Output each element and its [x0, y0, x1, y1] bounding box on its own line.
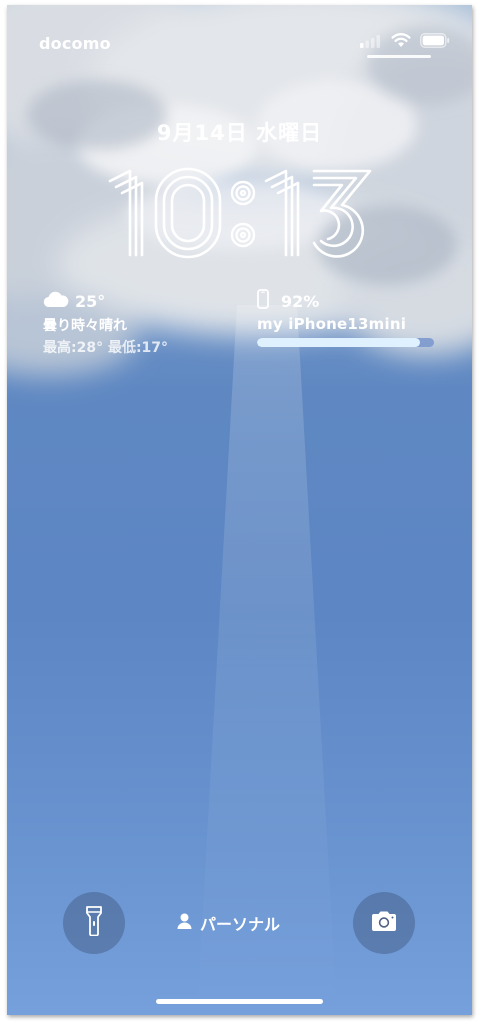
person-icon: [177, 913, 192, 933]
carrier-name: docomo: [39, 34, 111, 53]
weather-temperature: 25°: [75, 291, 106, 311]
battery-level-bar: [257, 338, 434, 347]
weather-condition: 曇り時々晴れ: [43, 318, 127, 334]
wifi-icon: [391, 33, 411, 52]
lock-screen: docomo 9月14日 水曜日 25° 曇り時々晴れ 最高:28° 最低:17…: [7, 5, 472, 1015]
status-bar: docomo: [7, 5, 472, 75]
cloud-icon: [43, 290, 69, 312]
weather-widget[interactable]: 25° 曇り時々晴れ 最高:28° 最低:17°: [43, 290, 243, 357]
battery-icon: [420, 33, 450, 52]
flashlight-button[interactable]: [63, 892, 125, 954]
iphone-icon: [257, 289, 269, 313]
flashlight-icon: [86, 906, 102, 940]
cloud-wallpaper: [7, 5, 472, 1015]
control-center-indicator[interactable]: [367, 55, 431, 58]
clock-digits: [108, 167, 372, 259]
focus-mode-label[interactable]: パーソナル: [177, 911, 280, 935]
camera-icon: [370, 910, 398, 936]
date-label: 9月14日 水曜日: [156, 121, 323, 145]
home-indicator[interactable]: [156, 999, 323, 1004]
weather-high-low: 最高:28° 最低:17°: [43, 340, 169, 356]
camera-button[interactable]: [353, 892, 415, 954]
focus-mode-text: パーソナル: [200, 915, 281, 934]
battery-level-fill: [257, 338, 420, 347]
device-name: my iPhone13mini: [257, 315, 407, 333]
battery-percent: 92%: [281, 291, 320, 311]
cellular-signal-icon: [360, 33, 382, 52]
clock: 10:13: [102, 163, 377, 263]
battery-widget[interactable]: 92% my iPhone13mini: [257, 289, 437, 347]
